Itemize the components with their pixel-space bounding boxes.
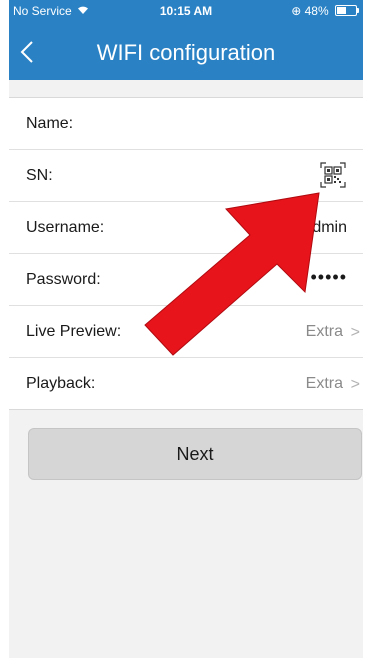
battery-icon	[335, 5, 359, 16]
qr-code-scan-icon[interactable]	[319, 161, 347, 189]
chevron-right-icon: >	[350, 376, 360, 393]
password-row[interactable]: Password: •••••	[9, 254, 363, 306]
password-label: Password:	[26, 271, 101, 288]
page-title: WIFI configuration	[96, 40, 276, 65]
status-bar: No Service 10:15 AM ⊕ 48%	[9, 0, 363, 24]
name-row[interactable]: Name:	[9, 98, 363, 150]
playback-label: Playback:	[26, 375, 96, 392]
alarm-icon: ⊕	[291, 4, 302, 18]
playback-value: Extra	[305, 375, 343, 392]
username-label: Username:	[26, 219, 105, 236]
name-label: Name:	[26, 115, 74, 132]
username-value[interactable]: admin	[303, 219, 347, 237]
chevron-right-icon: >	[350, 324, 360, 341]
live-preview-label: Live Preview:	[26, 323, 122, 340]
next-button[interactable]: Next	[28, 428, 362, 480]
playback-row[interactable]: Playback: Extra >	[9, 358, 363, 409]
app-screen: No Service 10:15 AM ⊕ 48% WIFI configura…	[9, 0, 363, 658]
status-battery-wrap: ⊕ 48%	[291, 4, 359, 18]
username-row[interactable]: Username: admin	[9, 202, 363, 254]
sn-row[interactable]: SN:	[9, 150, 363, 202]
live-preview-row[interactable]: Live Preview: Extra >	[9, 306, 363, 358]
battery-percent: 48%	[304, 4, 329, 18]
wifi-config-form: Name: SN: Username: admin Password: ••••…	[9, 97, 363, 410]
live-preview-value: Extra	[305, 323, 343, 340]
sn-label: SN:	[26, 167, 53, 184]
navigation-bar: WIFI configuration	[9, 24, 363, 80]
password-value[interactable]: •••••	[310, 267, 347, 288]
